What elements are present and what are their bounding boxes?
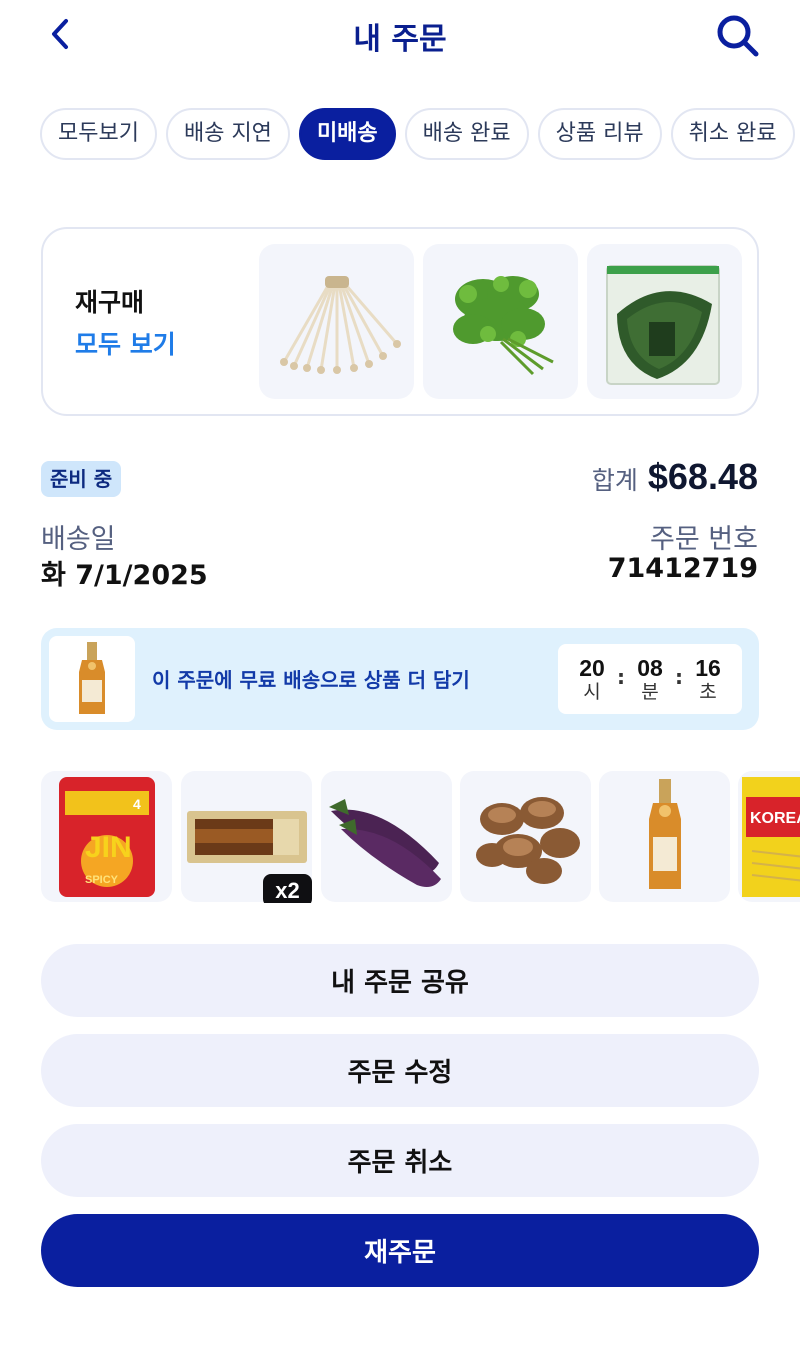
product-item[interactable] <box>321 771 452 902</box>
timer-hours: 20 <box>579 655 605 681</box>
perilla-pack-icon <box>606 265 720 385</box>
tab-all[interactable]: 모두보기 <box>40 108 157 160</box>
order-items-row: JIN SPICY 4 x2 KORE <box>41 771 800 903</box>
app-header: 내 주문 <box>0 0 800 70</box>
noodle-pack-icon: KOREAN <box>742 777 800 897</box>
search-button[interactable] <box>712 10 764 62</box>
enoki-mushroom-icon <box>280 276 401 374</box>
total-value: $68.48 <box>647 456 758 497</box>
order-number-label: 주문 번호 <box>650 524 758 555</box>
delivery-date-label: 배송일 <box>41 524 116 555</box>
timer-seconds-label: 초 <box>699 681 717 703</box>
product-item[interactable]: KOREAN <box>738 771 800 902</box>
add-items-banner[interactable]: 이 주문에 무료 배송으로 상품 더 담기 20 시 : 08 분 : 16 초 <box>41 628 759 730</box>
ramen-brand-text: JIN <box>85 831 132 864</box>
timer-separator: : <box>675 665 683 689</box>
edit-order-button[interactable]: 주문 수정 <box>41 1034 759 1107</box>
reorder-button[interactable]: 재주문 <box>41 1214 759 1287</box>
tab-delivered[interactable]: 배송 완료 <box>404 108 529 160</box>
order-filter-tabs: 모두보기 배송 지연 미배송 배송 완료 상품 리뷰 취소 완료 <box>40 108 800 162</box>
perilla-leaves-image[interactable] <box>587 244 742 399</box>
order-total: 합계 $68.48 <box>592 456 758 498</box>
product-item[interactable]: JIN SPICY 4 <box>41 771 172 902</box>
status-badge: 준비 중 <box>41 461 122 497</box>
crown-daisy-image[interactable] <box>423 244 578 399</box>
product-item[interactable] <box>599 771 730 902</box>
share-order-button[interactable]: 내 주문 공유 <box>41 944 759 1017</box>
view-all-link[interactable]: 모두 보기 <box>75 325 176 361</box>
timer-seconds: 16 <box>695 655 721 681</box>
tab-cancelled[interactable]: 취소 완료 <box>670 108 795 160</box>
bottle-icon <box>649 779 681 889</box>
timer-separator: : <box>617 665 625 689</box>
enoki-mushroom-image[interactable] <box>259 244 414 399</box>
page-title: 내 주문 <box>353 22 447 57</box>
tab-reviews[interactable]: 상품 리뷰 <box>537 108 662 160</box>
timer-minutes: 08 <box>637 655 663 681</box>
quantity-badge: x2 <box>263 874 312 903</box>
delivery-date-value: 화 7/1/2025 <box>41 560 208 591</box>
ramen-flavor-text: SPICY <box>85 874 119 886</box>
promo-text: 이 주문에 무료 배송으로 상품 더 담기 <box>152 668 470 692</box>
mushroom-icon <box>476 797 580 884</box>
greens-icon <box>453 276 554 376</box>
timer-hours-label: 시 <box>583 681 601 703</box>
reorder-title: 재구매 <box>75 288 145 317</box>
timer-minutes-label: 분 <box>641 681 659 703</box>
ramen-pack-icon: JIN SPICY 4 <box>59 777 155 897</box>
search-icon <box>717 15 759 57</box>
ramen-count-text: 4 <box>133 796 141 812</box>
total-label: 합계 <box>591 466 638 495</box>
cancel-order-button[interactable]: 주문 취소 <box>41 1124 759 1197</box>
promo-product-image <box>49 636 135 722</box>
bottle-icon <box>79 642 105 714</box>
order-number-value: 71412719 <box>607 553 758 584</box>
eggplant-icon <box>329 799 441 887</box>
product-item[interactable] <box>460 771 591 902</box>
tab-delayed[interactable]: 배송 지연 <box>165 108 290 160</box>
reorder-card[interactable]: 재구매 모두 보기 <box>41 227 759 416</box>
tab-undelivered[interactable]: 미배송 <box>298 108 396 160</box>
countdown-timer: 20 시 : 08 분 : 16 초 <box>558 644 742 714</box>
noodle-pack-label: KOREAN <box>750 810 800 827</box>
